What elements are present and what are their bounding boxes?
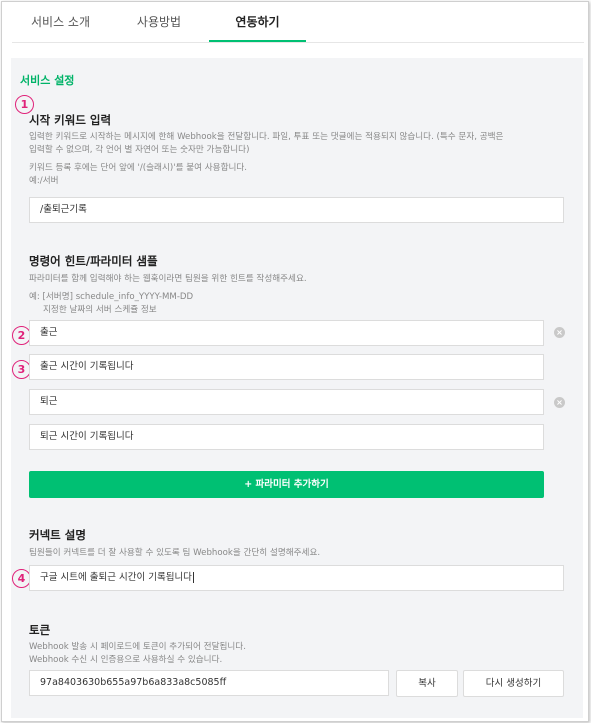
connect-window: 서비스 소개 사용방법 연동하기 서비스 설정 1 시작 키워드 입력 입력한 …	[1, 1, 589, 722]
param-description-input[interactable]: 퇴근 시간이 기록됩니다	[29, 424, 544, 450]
settings-panel: 서비스 설정 1 시작 키워드 입력 입력한 키워드로 시작하는 메시지에 한해…	[11, 58, 583, 718]
remove-param-icon[interactable]: ×	[554, 397, 565, 408]
section-title: 서비스 설정	[20, 74, 75, 87]
add-parameter-button[interactable]: + 파라미터 추가하기	[29, 471, 544, 498]
command-hint-example: 예: [서버명] schedule_info_YYYY-MM-DD 지정한 날짜…	[29, 292, 194, 315]
connect-description-input[interactable]: 구글 시트에 출퇴근 시간이 기록됩니다	[29, 565, 564, 591]
tab-integration[interactable]: 연동하기	[209, 2, 306, 42]
start-keyword-usage-hint: 키워드 등록 후에는 단어 앞에 '/(슬래시)'를 붙여 사용합니다. 예:/…	[29, 163, 248, 186]
start-keyword-description: 입력한 키워드로 시작하는 메시지에 한해 Webhook을 전달합니다. 파일…	[29, 132, 504, 155]
command-hint-heading: 명령어 힌트/파라미터 샘플	[29, 254, 158, 268]
connect-description-help: 팀원들이 커넥트를 더 잘 사용할 수 있도록 팀 Webhook을 간단히 설…	[29, 548, 321, 558]
tab-bar: 서비스 소개 사용방법 연동하기	[12, 2, 584, 43]
connect-description-heading: 커넥트 설명	[29, 528, 86, 542]
start-keyword-input[interactable]: /출퇴근기록	[29, 197, 564, 223]
text-cursor	[192, 572, 194, 583]
regenerate-token-button[interactable]: 다시 생성하기	[463, 670, 564, 697]
command-hint-description: 파라미터를 함께 입력해야 하는 웹훅이라면 팀원을 위한 힌트를 작성해주세요…	[29, 274, 307, 284]
token-description: Webhook 발송 시 페이로드에 토큰이 추가되어 전달됩니다. Webho…	[29, 642, 246, 665]
start-keyword-heading: 시작 키워드 입력	[29, 113, 112, 127]
tab-service-intro[interactable]: 서비스 소개	[12, 2, 109, 40]
connect-description-value: 구글 시트에 출퇴근 시간이 기록됩니다	[40, 572, 192, 583]
remove-param-icon[interactable]: ×	[554, 327, 565, 338]
tab-usage[interactable]: 사용방법	[109, 2, 209, 40]
token-heading: 토큰	[29, 623, 51, 637]
param-hint-input[interactable]: 출근	[29, 320, 544, 346]
param-description-input[interactable]: 출근 시간이 기록됩니다	[29, 354, 544, 380]
token-field[interactable]: 97a8403630b655a97b6a833a8c5085ff	[29, 670, 389, 696]
copy-token-button[interactable]: 복사	[396, 670, 458, 697]
param-hint-input[interactable]: 퇴근	[29, 389, 544, 415]
